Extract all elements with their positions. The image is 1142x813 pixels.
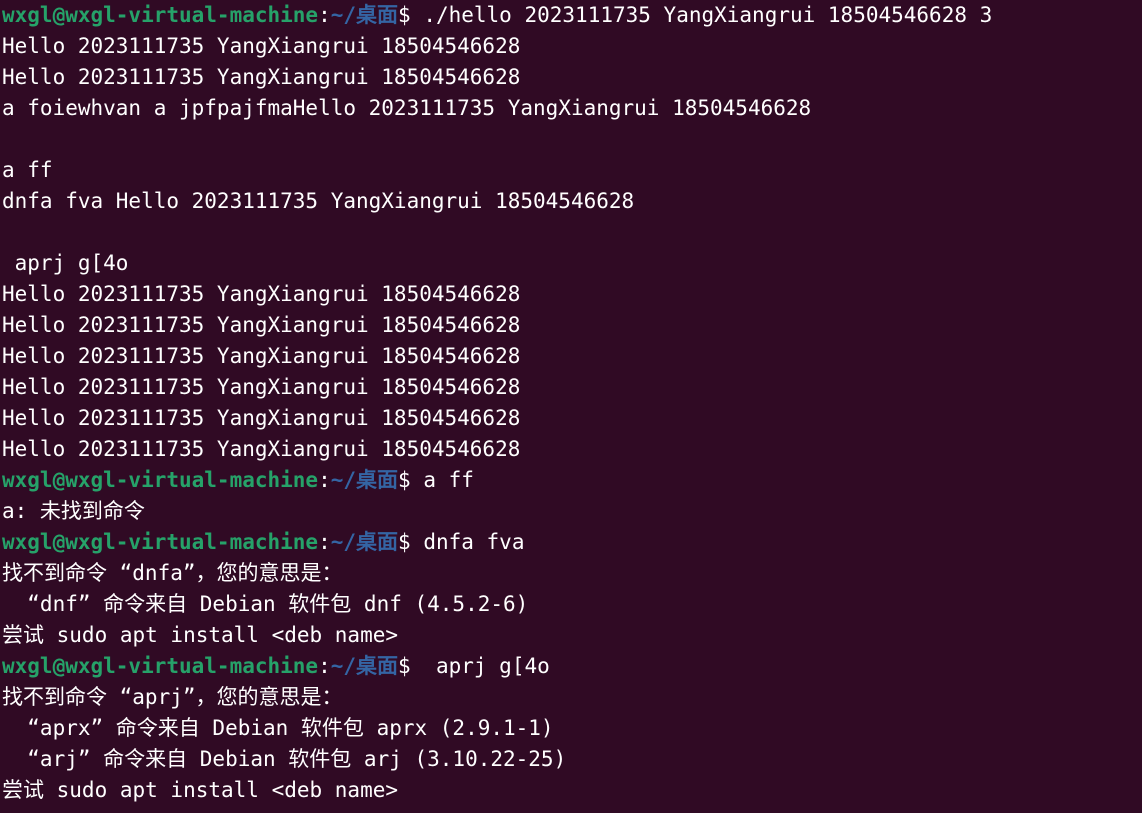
output-line: Hello 2023111735 YangXiangrui 1850454662… [2,282,521,306]
prompt-line: wxgl@wxgl-virtual-machine:~/桌面$ ./hello … [2,0,1142,31]
output-line: dnfa fva Hello 2023111735 YangXiangrui 1… [2,189,635,213]
output-line: 找不到命令 “aprj”，您的意思是： [2,685,343,709]
terminal-output: wxgl@wxgl-virtual-machine:~/桌面$ ./hello … [2,0,1142,813]
prompt-user: wxgl@wxgl-virtual-machine [2,468,319,492]
output-line: a: 未找到命令 [2,499,145,523]
prompt-dollar: $ [398,3,424,27]
prompt-colon: : [318,654,331,678]
prompt-line: wxgl@wxgl-virtual-machine:~/桌面$ dnfa fva [2,527,1142,558]
output-line: Hello 2023111735 YangXiangrui 1850454662… [2,406,521,430]
prompt-dollar: $ [398,468,424,492]
command-text: dnfa fva [423,530,525,554]
prompt-dollar: $ [398,530,424,554]
command-text: ./hello 2023111735 YangXiangrui 18504546… [423,3,993,27]
input-line [2,806,1142,813]
output-line: 尝试 sudo apt install <deb name> [2,623,399,647]
output-line: a ff [2,158,53,182]
output-line: Hello 2023111735 YangXiangrui 1850454662… [2,437,521,461]
output-line: Hello 2023111735 YangXiangrui 1850454662… [2,313,521,337]
output-line: 找不到命令 “dnfa”，您的意思是： [2,561,343,585]
prompt-path: ~/桌面 [330,3,399,27]
prompt-user: wxgl@wxgl-virtual-machine [2,654,319,678]
output-line: a foiewhvan a jpfpajfmaHello 2023111735 … [2,96,812,120]
prompt-user: wxgl@wxgl-virtual-machine [2,530,319,554]
output-line: Hello 2023111735 YangXiangrui 1850454662… [2,65,521,89]
output-line: aprj g[4o [2,251,129,275]
prompt-colon: : [318,3,331,27]
command-text: aprj g[4o [423,654,550,678]
prompt-line: wxgl@wxgl-virtual-machine:~/桌面$ a ff [2,465,1142,496]
output-line: 尝试 sudo apt install <deb name> [2,778,399,802]
prompt-path: ~/桌面 [330,654,399,678]
prompt-colon: : [318,530,331,554]
prompt-path: ~/桌面 [330,468,399,492]
output-line: “arj” 命令来自 Debian 软件包 arj (3.10.22-25) [2,747,567,771]
prompt-line: wxgl@wxgl-virtual-machine:~/桌面$ aprj g[4… [2,651,1142,682]
command-text: a ff [423,468,474,492]
terminal-window[interactable]: wxgl@wxgl-virtual-machine:~/桌面$ ./hello … [0,0,1142,813]
output-line: “aprx” 命令来自 Debian 软件包 aprx (2.9.1-1) [2,716,554,740]
prompt-path: ~/桌面 [330,530,399,554]
output-line: Hello 2023111735 YangXiangrui 1850454662… [2,375,521,399]
output-line: “dnf” 命令来自 Debian 软件包 dnf (4.5.2-6) [2,592,529,616]
prompt-colon: : [318,468,331,492]
prompt-dollar: $ [398,654,424,678]
output-line: Hello 2023111735 YangXiangrui 1850454662… [2,344,521,368]
prompt-user: wxgl@wxgl-virtual-machine [2,3,319,27]
output-line: Hello 2023111735 YangXiangrui 1850454662… [2,34,521,58]
